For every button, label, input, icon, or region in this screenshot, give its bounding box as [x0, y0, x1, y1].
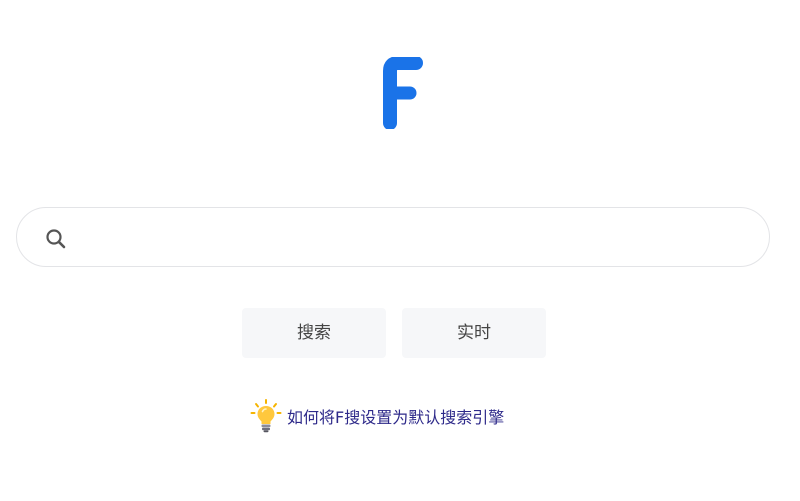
search-icon: [46, 229, 66, 249]
search-box[interactable]: [16, 207, 770, 267]
set-default-engine-link[interactable]: 如何将F搜设置为默认搜索引擎: [287, 404, 504, 428]
realtime-button[interactable]: 实时: [402, 308, 546, 358]
search-input[interactable]: [89, 218, 753, 260]
lightbulb-icon: [250, 399, 282, 433]
default-engine-tip[interactable]: 如何将F搜设置为默认搜索引擎: [250, 399, 504, 433]
f-logo[interactable]: [380, 57, 426, 129]
page: 搜索 实时 如何将F搜设置为默认搜索引擎: [0, 0, 800, 501]
search-button[interactable]: 搜索: [242, 308, 386, 358]
